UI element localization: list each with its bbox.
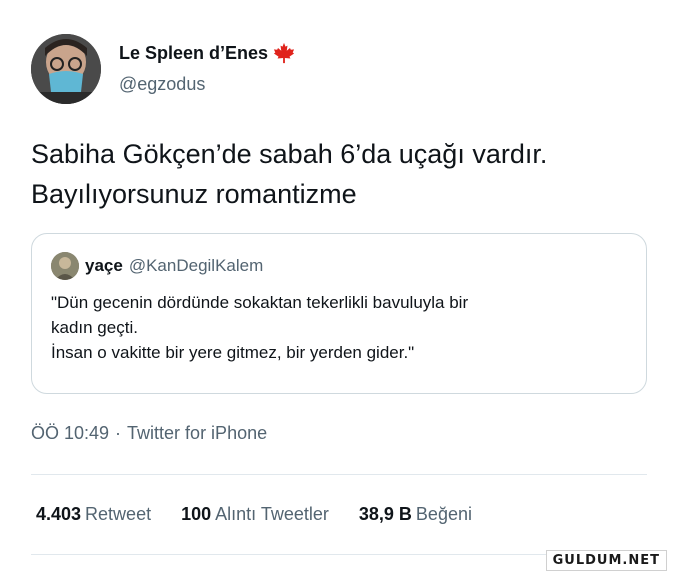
quote-tweets-label: Alıntı Tweetler	[215, 504, 329, 524]
quoted-line: "Dün gecenin dördünde sokaktan tekerlikl…	[51, 293, 469, 312]
quote-tweets-stat[interactable]: 100 Alıntı Tweetler	[181, 504, 329, 525]
author-avatar[interactable]	[31, 34, 101, 104]
tweet-source[interactable]: Twitter for iPhone	[127, 423, 267, 443]
tweet-text: Sabiha Gökçen’de sabah 6’da uçağı vardır…	[31, 139, 548, 209]
likes-stat[interactable]: 38,9 B Beğeni	[359, 504, 472, 525]
quoted-tweet-text: "Dün gecenin dördünde sokaktan tekerlikl…	[51, 290, 631, 365]
quoted-avatar-image	[51, 252, 79, 280]
meta-separator: ·	[115, 423, 122, 443]
retweet-count: 4.403	[36, 504, 82, 524]
canada-maple-leaf-icon	[273, 42, 295, 64]
quote-tweets-count: 100	[181, 504, 212, 524]
divider	[31, 474, 647, 475]
retweet-label: Retweet	[85, 504, 152, 524]
avatar-image	[31, 34, 101, 104]
quoted-tweet-header: yaçe @KanDegilKalem	[51, 252, 263, 280]
quoted-author-name: yaçe	[85, 256, 123, 275]
author-name-row: Le Spleen d’Enes	[119, 42, 297, 64]
tweet-time[interactable]: ÖÖ 10:49	[31, 423, 109, 443]
author-display-name[interactable]: Le Spleen d’Enes	[119, 43, 268, 64]
quoted-line: İnsan o vakitte bir yere gitmez, bir yer…	[51, 343, 415, 362]
quoted-author-avatar[interactable]	[51, 252, 79, 280]
likes-count: 38,9 B	[358, 504, 412, 524]
quoted-author-handle: @KanDegilKalem	[128, 256, 264, 275]
quoted-line: kadın geçti.	[51, 318, 138, 337]
retweet-stat[interactable]: 4.403 Retweet	[36, 504, 151, 525]
quoted-tweet[interactable]: yaçe @KanDegilKalem "Dün gecenin dördünd…	[31, 233, 647, 394]
site-watermark: GULDUM.NET	[545, 550, 667, 571]
tweet-meta: ÖÖ 10:49 · Twitter for iPhone	[31, 423, 267, 444]
author-handle[interactable]: @egzodus	[119, 74, 205, 95]
tweet-stats: 4.403 Retweet 100 Alıntı Tweetler 38,9 B Be…	[36, 504, 502, 525]
likes-label: Beğeni	[415, 504, 472, 524]
